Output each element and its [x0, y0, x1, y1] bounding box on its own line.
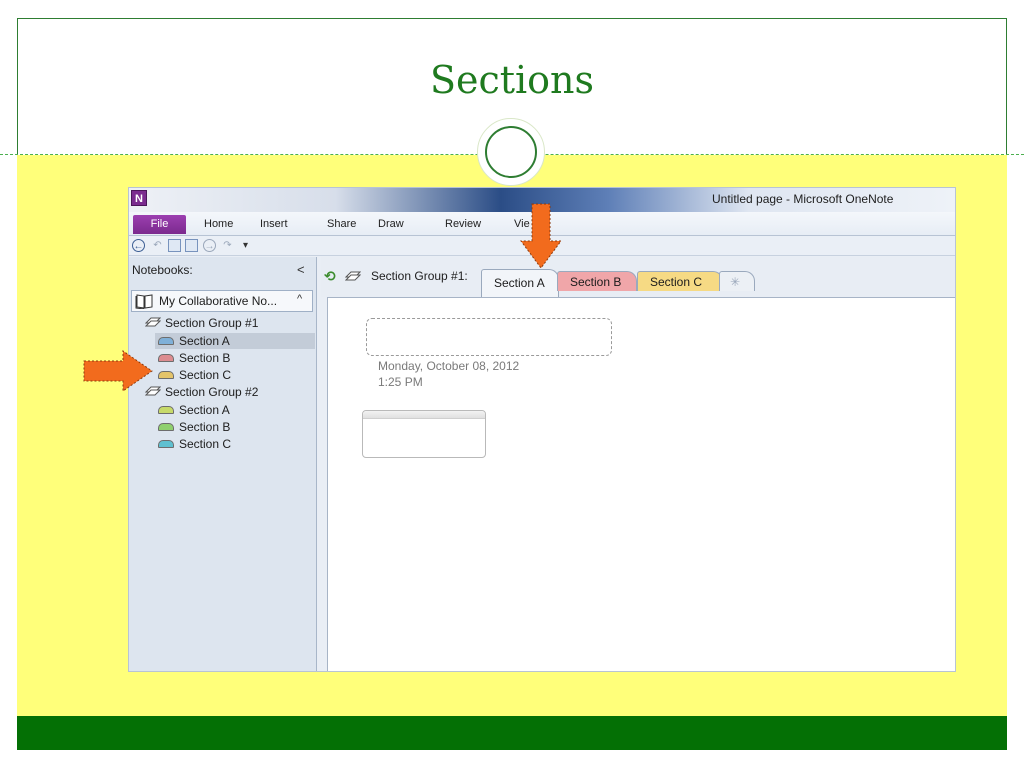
forward-icon[interactable]: → — [203, 239, 216, 252]
ribbon-tab-insert[interactable]: Insert — [260, 218, 288, 230]
customize-toolbar-icon[interactable]: ▾ — [239, 239, 252, 252]
notebooks-label: Notebooks: — [132, 263, 193, 277]
window-title: Untitled page - Microsoft OneNote — [712, 192, 894, 206]
section-tab-icon — [158, 440, 174, 448]
notebook-navigation-pane: Notebooks: < My Collaborative No... ^ Se… — [129, 257, 317, 671]
section-group-icon — [145, 317, 161, 327]
section-group-breadcrumb[interactable]: Section Group #1: — [371, 269, 468, 283]
tab-section-c[interactable]: Section C — [637, 271, 723, 291]
back-icon[interactable]: ← — [132, 239, 145, 252]
slide-title: Sections — [429, 58, 595, 102]
navigate-up-icon[interactable]: ⟲ — [324, 268, 336, 285]
footer-bar — [17, 716, 1007, 750]
tree-section-b[interactable]: Section B — [155, 419, 315, 435]
section-tab-icon — [158, 354, 174, 362]
section-group-icon — [345, 271, 361, 281]
section-tab-icon — [158, 406, 174, 414]
annotation-arrow-down — [520, 203, 562, 269]
page-time: 1:25 PM — [378, 375, 423, 389]
tree-group-label: Section Group #2 — [165, 385, 259, 399]
section-tab-icon — [158, 371, 174, 379]
note-container[interactable] — [362, 410, 486, 458]
collapse-pane-button[interactable]: < — [297, 262, 305, 277]
chevron-up-icon[interactable]: ^ — [297, 293, 302, 305]
onenote-app-icon[interactable]: N — [131, 190, 147, 206]
annotation-arrow-right — [83, 350, 153, 392]
tab-section-a[interactable]: Section A — [481, 269, 559, 297]
ribbon-tab-share[interactable]: Share — [327, 218, 356, 230]
tree-section-label: Section A — [179, 334, 230, 348]
tree-group-label: Section Group #1 — [165, 316, 259, 330]
note-drag-handle[interactable] — [363, 411, 485, 419]
tree-section-label: Section C — [179, 368, 232, 382]
content-area: ⟲ Section Group #1: Section A Section B … — [321, 257, 955, 671]
tree-section-c[interactable]: Section C — [155, 436, 315, 452]
note-page[interactable]: Monday, October 08, 2012 1:25 PM — [327, 297, 955, 671]
tree-section-c[interactable]: Section C — [155, 367, 315, 383]
notebook-item[interactable]: My Collaborative No... ^ — [131, 290, 313, 312]
tree-section-a[interactable]: Section A — [155, 402, 315, 418]
section-tab-icon — [158, 337, 174, 345]
tree-section-a[interactable]: Section A — [155, 333, 315, 349]
page-title-input[interactable] — [366, 318, 612, 356]
page-date: Monday, October 08, 2012 — [378, 359, 520, 373]
section-tab-strip: ⟲ Section Group #1: Section A Section B … — [321, 257, 955, 297]
notebook-icon — [135, 294, 153, 309]
ribbon-tab-draw[interactable]: Draw — [378, 218, 404, 230]
tree-section-group-2[interactable]: Section Group #2 — [143, 384, 313, 400]
title-ornament-circle — [485, 126, 537, 178]
undo-icon[interactable]: ↶ — [151, 239, 164, 252]
dock-to-desktop-icon[interactable] — [168, 239, 181, 252]
tree-section-label: Section C — [179, 437, 232, 451]
ribbon-tab-file[interactable]: File — [133, 215, 186, 234]
ribbon-tab-review[interactable]: Review — [445, 218, 481, 230]
tree-section-label: Section B — [179, 351, 231, 365]
new-section-icon[interactable]: ✳ — [719, 271, 755, 291]
notebook-name: My Collaborative No... — [159, 294, 278, 308]
tree-section-label: Section A — [179, 403, 230, 417]
tree-section-b[interactable]: Section B — [155, 350, 315, 366]
redo-icon[interactable]: ↷ — [221, 239, 234, 252]
ribbon-tab-home[interactable]: Home — [204, 218, 233, 230]
tree-section-label: Section B — [179, 420, 231, 434]
tree-section-group-1[interactable]: Section Group #1 — [143, 315, 313, 331]
tab-section-b[interactable]: Section B — [557, 271, 637, 291]
full-page-view-icon[interactable] — [185, 239, 198, 252]
section-tab-icon — [158, 423, 174, 431]
